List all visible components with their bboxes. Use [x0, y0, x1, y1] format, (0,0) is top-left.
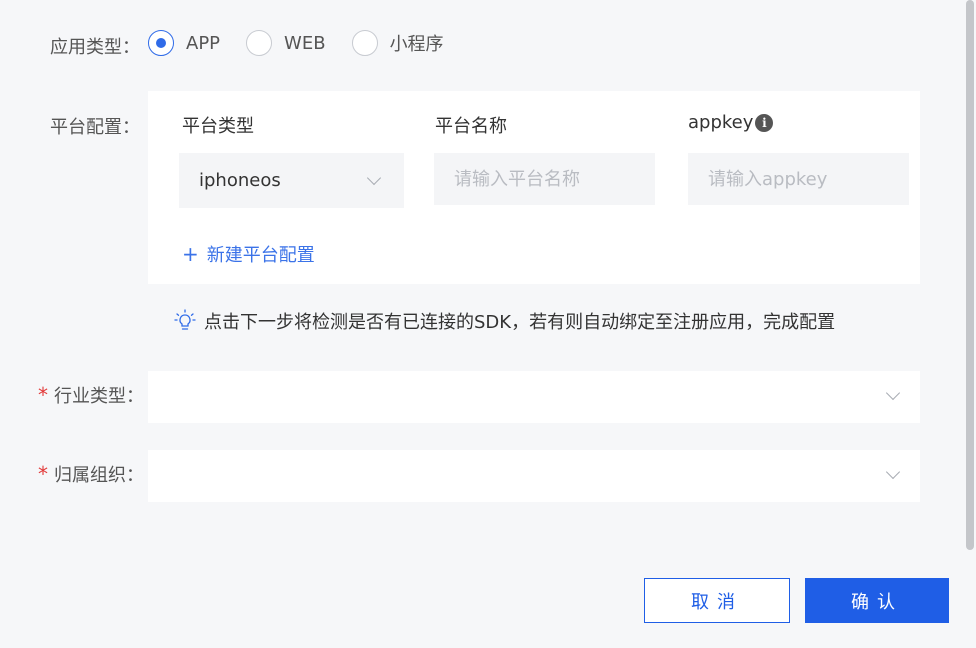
- chevron-down-icon: [885, 385, 901, 401]
- radio-unchecked-icon: [351, 30, 378, 56]
- app-type-radio-group: APP WEB 小程序: [148, 30, 470, 56]
- sdk-tip: 点击下一步将检测是否有已连接的SDK，若有则自动绑定至注册应用，完成配置: [172, 308, 835, 334]
- required-mark: *: [38, 383, 48, 407]
- industry-label-text: 行业类型：: [54, 386, 144, 407]
- platform-type-value: iphoneos: [199, 170, 281, 191]
- chevron-down-icon: [366, 170, 382, 186]
- platform-config-card: 平台类型 平台名称 appkey i iphoneos + 新建平台配置: [148, 91, 920, 284]
- appkey-header: appkey i: [688, 112, 774, 133]
- chevron-down-icon: [885, 464, 901, 480]
- radio-app[interactable]: APP: [148, 30, 220, 56]
- organization-label-text: 归属组织：: [54, 465, 144, 486]
- confirm-button[interactable]: 确认: [805, 578, 949, 623]
- appkey-header-label: appkey: [688, 112, 754, 133]
- industry-label: * 行业类型：: [38, 382, 144, 408]
- platform-name-input[interactable]: [434, 153, 655, 205]
- sdk-tip-text: 点击下一步将检测是否有已连接的SDK，若有则自动绑定至注册应用，完成配置: [204, 312, 836, 333]
- add-platform-config-label: 新建平台配置: [206, 245, 315, 266]
- radio-web[interactable]: WEB: [246, 30, 326, 56]
- radio-app-label: APP: [186, 32, 221, 54]
- platform-config-label: 平台配置：: [50, 117, 140, 138]
- register-app-form: 应用类型： APP WEB 小程序 平台配置： 平台类型 平台名称 appkey…: [0, 0, 976, 648]
- required-mark: *: [38, 462, 48, 486]
- radio-mini-program[interactable]: 小程序: [351, 30, 444, 56]
- radio-unchecked-icon: [246, 30, 273, 56]
- radio-checked-icon: [148, 30, 174, 56]
- platform-type-header: 平台类型: [182, 116, 254, 137]
- info-icon[interactable]: i: [755, 113, 774, 132]
- add-platform-config-link[interactable]: + 新建平台配置: [182, 241, 315, 267]
- scrollbar[interactable]: [964, 0, 976, 550]
- appkey-input[interactable]: [688, 153, 909, 205]
- industry-select[interactable]: [148, 371, 920, 423]
- scrollbar-thumb[interactable]: [966, 0, 974, 550]
- lightbulb-icon: [174, 309, 196, 330]
- organization-label: * 归属组织：: [38, 461, 144, 487]
- platform-type-select[interactable]: iphoneos: [179, 153, 404, 208]
- radio-mini-program-label: 小程序: [389, 34, 444, 55]
- app-type-label: 应用类型：: [50, 37, 140, 58]
- platform-name-header: 平台名称: [435, 116, 507, 137]
- organization-select[interactable]: [148, 450, 920, 502]
- cancel-button[interactable]: 取消: [644, 578, 790, 623]
- plus-icon: +: [182, 242, 199, 266]
- radio-web-label: WEB: [284, 32, 326, 54]
